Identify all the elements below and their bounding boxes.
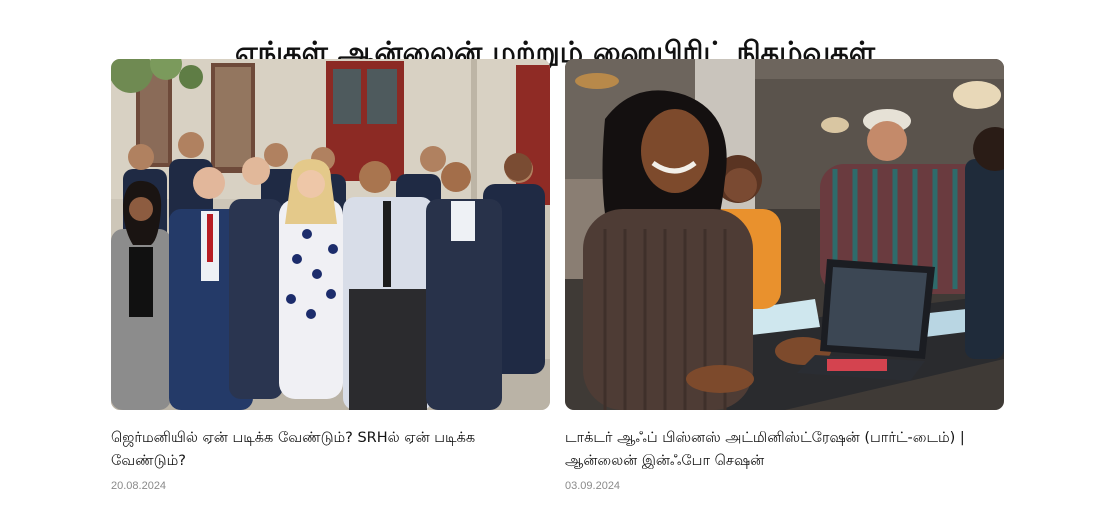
event-date: 20.08.2024	[111, 480, 167, 492]
event-date: 03.09.2024	[565, 480, 621, 492]
event-image-laptop-photo[interactable]	[565, 59, 1004, 410]
event-card-dba[interactable]: டாக்டர் ஆஃப் பிஸ்னஸ் அட்மினிஸ்ட்ரேஷன் (ப…	[565, 59, 1004, 492]
event-image-group-photo[interactable]	[111, 59, 550, 410]
event-title[interactable]: ஜெர்மனியில் ஏன் படிக்க வேண்டும்? SRHல் ஏ…	[111, 427, 550, 473]
event-card-germany[interactable]: ஜெர்மனியில் ஏன் படிக்க வேண்டும்? SRHல் ஏ…	[111, 59, 550, 492]
event-title[interactable]: டாக்டர் ஆஃப் பிஸ்னஸ் அட்மினிஸ்ட்ரேஷன் (ப…	[565, 427, 1004, 473]
